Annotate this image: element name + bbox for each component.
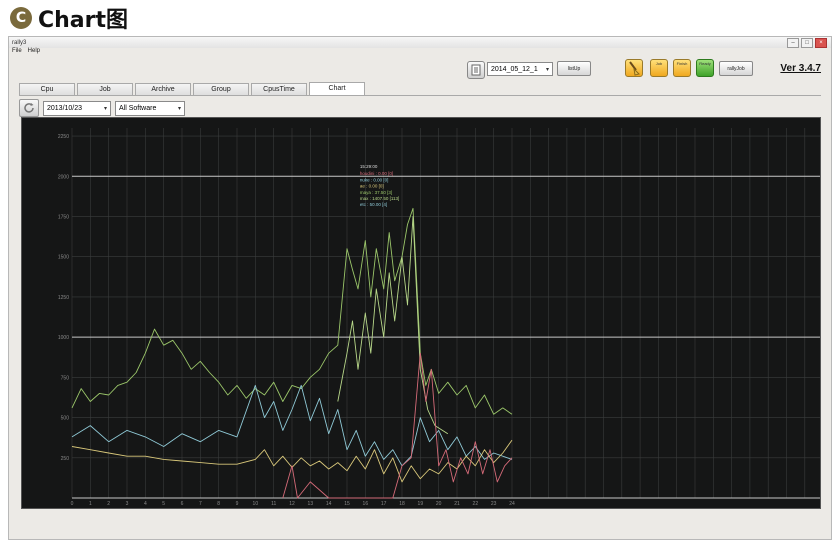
refresh-button[interactable]: [19, 99, 39, 117]
tab-chart[interactable]: Chart: [309, 82, 365, 95]
x-tick-label: 18: [399, 501, 405, 507]
tab-archive[interactable]: Archive: [135, 83, 191, 95]
x-tick-label: 15: [344, 501, 350, 507]
tooltip-line: ae : 0.00 [0]: [360, 184, 384, 189]
window-controls: – □ ×: [787, 38, 827, 48]
finish-folder-label: Finish: [676, 61, 688, 66]
tooltip-line: maya : 37.50 [3]: [360, 190, 392, 195]
ready-label: Ready: [699, 61, 711, 66]
software-select[interactable]: All Software ▾: [115, 100, 185, 116]
chart-panel: 250 500 750 1000 1250 1500 1750 2000 2250 0 1 2 3 4 5 6…: [21, 117, 821, 509]
app-window: rally3 – □ × File Help 2014_05_12_1 ▾ li…: [8, 36, 832, 540]
tooltip-line: nuke : 0.00 [0]: [360, 177, 389, 182]
tooltip-line: max : 1407.50 [113]: [360, 196, 399, 201]
y-tick-label: 2250: [58, 134, 69, 140]
menu-help[interactable]: Help: [28, 48, 40, 57]
chevron-down-icon: ▾: [103, 105, 107, 112]
minimize-button[interactable]: –: [787, 38, 799, 48]
tab-job[interactable]: Job: [77, 83, 133, 95]
date-select-value: 2013/10/23: [47, 104, 83, 112]
job-folder-button[interactable]: Job: [650, 59, 668, 77]
software-select-value: All Software: [119, 104, 157, 112]
page-title: Chart图: [38, 8, 129, 33]
window-title: rally3: [12, 39, 27, 46]
y-tick-label: 2000: [58, 174, 69, 180]
x-tick-label: 11: [271, 501, 276, 507]
x-tick-label: 23: [491, 501, 497, 507]
document-icon: [471, 64, 481, 76]
run-select[interactable]: 2014_05_12_1 ▾: [487, 62, 553, 76]
ready-button[interactable]: Ready: [696, 59, 714, 77]
x-tick-label: 21: [454, 501, 460, 507]
x-tick-label: 22: [473, 501, 479, 507]
tab-bar: Cpu Job Archive Group CpusTime Chart: [19, 82, 365, 95]
tab-cpu[interactable]: Cpu: [19, 83, 75, 95]
usage-chart: 2505007501000125015001750200022500 1 2 3 4 5 6…: [58, 128, 820, 507]
y-tick-label: 500: [61, 416, 70, 422]
broom-icon: [629, 61, 640, 76]
series-line-pink: [282, 352, 513, 499]
filter-bar: 2013/10/23 ▾ All Software ▾: [19, 99, 185, 117]
tab-group[interactable]: Group: [193, 83, 249, 95]
tooltip-time: 15:29:00: [360, 164, 378, 169]
tooltip-line: etc : 50.00 [4]: [360, 202, 387, 207]
y-tick-label: 1000: [58, 335, 69, 341]
tab-cpustime[interactable]: CpusTime: [251, 83, 307, 95]
maximize-button[interactable]: □: [801, 38, 813, 48]
status-bar: [9, 523, 831, 539]
x-tick-label: 5: [162, 501, 165, 507]
version-label: Ver 3.4.7: [780, 63, 821, 74]
y-tick-label: 750: [61, 375, 70, 381]
x-tick-label: 19: [418, 501, 424, 507]
broom-button[interactable]: [625, 59, 643, 77]
toolbar: 2014_05_12_1 ▾ listUp Job Finish Ready r…: [9, 57, 831, 83]
close-button[interactable]: ×: [815, 38, 827, 48]
x-tick-label: 4: [144, 501, 147, 507]
x-tick-label: 16: [363, 501, 369, 507]
job-folder-label: Job: [655, 61, 663, 66]
page-heading: C Chart图: [10, 4, 129, 33]
finish-folder-button[interactable]: Finish: [673, 59, 691, 77]
x-tick-label: 10: [253, 501, 259, 507]
x-tick-label: 2: [107, 501, 110, 507]
x-tick-label: 17: [381, 501, 387, 507]
x-tick-label: 9: [236, 501, 239, 507]
refresh-icon: [24, 103, 34, 113]
menu-bar: File Help: [9, 48, 831, 57]
title-bar: rally3: [9, 37, 831, 48]
run-icon-button[interactable]: [467, 61, 485, 79]
chevron-down-icon: ▾: [545, 67, 549, 73]
menu-file[interactable]: File: [12, 48, 22, 57]
tab-divider: [19, 95, 821, 96]
run-select-value: 2014_05_12_1: [491, 65, 538, 73]
date-select[interactable]: 2013/10/23 ▾: [43, 100, 111, 116]
x-tick-label: 6: [181, 501, 184, 507]
y-tick-label: 250: [61, 456, 70, 462]
list-up-button[interactable]: listUp: [557, 61, 591, 76]
x-tick-label: 7: [199, 501, 202, 507]
x-tick-label: 13: [308, 501, 314, 507]
y-tick-label: 1750: [58, 214, 69, 220]
x-tick-label: 8: [217, 501, 220, 507]
x-tick-label: 14: [326, 501, 332, 507]
x-tick-label: 24: [509, 501, 515, 507]
y-tick-label: 1250: [58, 295, 69, 301]
x-tick-label: 1: [89, 501, 92, 507]
x-tick-label: 0: [71, 501, 74, 507]
series-line-lightgreen: [337, 216, 449, 435]
x-tick-label: 12: [289, 501, 295, 507]
section-badge: C: [10, 7, 32, 29]
chevron-down-icon: ▾: [177, 105, 181, 112]
x-tick-label: 3: [126, 501, 129, 507]
x-tick-label: 20: [436, 501, 442, 507]
y-tick-label: 1500: [58, 255, 69, 261]
rally-job-button[interactable]: rallyJob: [719, 61, 753, 76]
tooltip-line: houdini : 0.00 [0]: [360, 171, 393, 176]
